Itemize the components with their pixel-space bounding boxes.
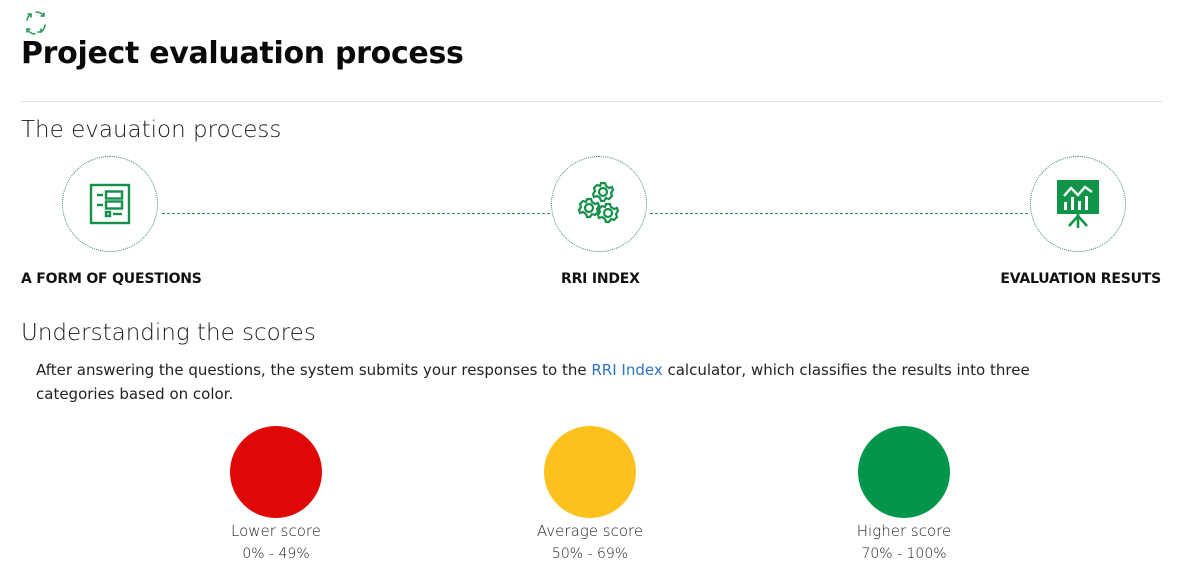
presentation-chart-icon [1057, 180, 1099, 228]
score-range: 50% - 69% [551, 546, 629, 562]
step-label: RRI INDEX [561, 271, 640, 287]
score-label: Lower score [230, 522, 321, 540]
header-divider [21, 101, 1162, 102]
refresh-cycle-icon [26, 11, 46, 35]
score-label: Higher score [856, 522, 952, 540]
step-evaluation-results [1030, 156, 1126, 252]
step-connector [650, 213, 1028, 214]
process-section-title: The evauation process [21, 117, 282, 143]
score-color-dot [230, 426, 322, 518]
scores-section-title: Understanding the scores [21, 320, 316, 346]
score-label: Average score [536, 522, 644, 540]
step-rri-index [551, 156, 647, 252]
score-range: 0% - 49% [242, 546, 310, 562]
page-title: Project evaluation process [21, 36, 464, 71]
score-category-average: Average score 50% - 69% [490, 426, 690, 562]
scores-description: After answering the questions, the syste… [36, 358, 1096, 406]
gears-icon [577, 181, 620, 224]
score-category-higher: Higher score 70% - 100% [804, 426, 1004, 562]
score-range: 70% - 100% [861, 546, 947, 562]
step-form-of-questions [62, 156, 158, 252]
description-text: After answering the questions, the syste… [36, 361, 592, 379]
form-list-icon [89, 183, 131, 225]
rri-index-link[interactable]: RRI Index [591, 361, 662, 379]
step-connector [162, 213, 550, 214]
step-label: A FORM OF QUESTIONS [21, 271, 202, 287]
score-color-dot [858, 426, 950, 518]
score-color-dot [544, 426, 636, 518]
step-label: EVALUATION RESUTS [1000, 271, 1161, 287]
score-category-lower: Lower score 0% - 49% [176, 426, 376, 562]
